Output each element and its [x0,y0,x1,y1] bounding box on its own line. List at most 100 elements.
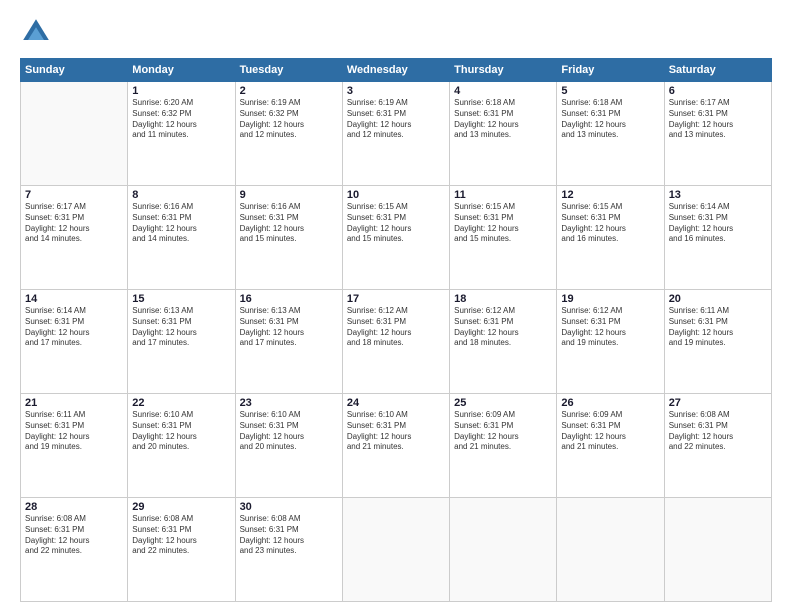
day-number: 27 [669,397,767,409]
calendar-cell: 27Sunrise: 6:08 AM Sunset: 6:31 PM Dayli… [664,394,771,498]
calendar-cell [21,82,128,186]
day-info: Sunrise: 6:13 AM Sunset: 6:31 PM Dayligh… [132,306,230,349]
calendar-cell: 7Sunrise: 6:17 AM Sunset: 6:31 PM Daylig… [21,186,128,290]
day-info: Sunrise: 6:15 AM Sunset: 6:31 PM Dayligh… [454,202,552,245]
day-number: 13 [669,189,767,201]
day-info: Sunrise: 6:15 AM Sunset: 6:31 PM Dayligh… [561,202,659,245]
calendar-cell [664,498,771,602]
calendar-cell [342,498,449,602]
day-number: 26 [561,397,659,409]
day-number: 6 [669,85,767,97]
day-number: 3 [347,85,445,97]
day-info: Sunrise: 6:08 AM Sunset: 6:31 PM Dayligh… [669,410,767,453]
day-number: 21 [25,397,123,409]
header [20,16,772,48]
calendar-cell [450,498,557,602]
day-info: Sunrise: 6:12 AM Sunset: 6:31 PM Dayligh… [347,306,445,349]
day-info: Sunrise: 6:18 AM Sunset: 6:31 PM Dayligh… [561,98,659,141]
day-info: Sunrise: 6:14 AM Sunset: 6:31 PM Dayligh… [25,306,123,349]
calendar-cell: 5Sunrise: 6:18 AM Sunset: 6:31 PM Daylig… [557,82,664,186]
calendar-cell: 16Sunrise: 6:13 AM Sunset: 6:31 PM Dayli… [235,290,342,394]
calendar-cell: 28Sunrise: 6:08 AM Sunset: 6:31 PM Dayli… [21,498,128,602]
day-number: 30 [240,501,338,513]
day-info: Sunrise: 6:19 AM Sunset: 6:31 PM Dayligh… [347,98,445,141]
calendar-cell: 8Sunrise: 6:16 AM Sunset: 6:31 PM Daylig… [128,186,235,290]
day-info: Sunrise: 6:09 AM Sunset: 6:31 PM Dayligh… [454,410,552,453]
day-info: Sunrise: 6:08 AM Sunset: 6:31 PM Dayligh… [25,514,123,557]
day-number: 11 [454,189,552,201]
column-header-friday: Friday [557,59,664,82]
calendar-cell: 24Sunrise: 6:10 AM Sunset: 6:31 PM Dayli… [342,394,449,498]
calendar-cell: 21Sunrise: 6:11 AM Sunset: 6:31 PM Dayli… [21,394,128,498]
calendar-cell: 29Sunrise: 6:08 AM Sunset: 6:31 PM Dayli… [128,498,235,602]
calendar-cell: 4Sunrise: 6:18 AM Sunset: 6:31 PM Daylig… [450,82,557,186]
day-number: 29 [132,501,230,513]
day-info: Sunrise: 6:11 AM Sunset: 6:31 PM Dayligh… [669,306,767,349]
day-info: Sunrise: 6:16 AM Sunset: 6:31 PM Dayligh… [132,202,230,245]
day-number: 15 [132,293,230,305]
day-number: 16 [240,293,338,305]
page: SundayMondayTuesdayWednesdayThursdayFrid… [0,0,792,612]
calendar-cell: 14Sunrise: 6:14 AM Sunset: 6:31 PM Dayli… [21,290,128,394]
calendar-cell: 20Sunrise: 6:11 AM Sunset: 6:31 PM Dayli… [664,290,771,394]
calendar-cell: 22Sunrise: 6:10 AM Sunset: 6:31 PM Dayli… [128,394,235,498]
day-number: 19 [561,293,659,305]
calendar-cell: 18Sunrise: 6:12 AM Sunset: 6:31 PM Dayli… [450,290,557,394]
day-info: Sunrise: 6:18 AM Sunset: 6:31 PM Dayligh… [454,98,552,141]
logo [20,16,56,48]
day-number: 1 [132,85,230,97]
day-info: Sunrise: 6:15 AM Sunset: 6:31 PM Dayligh… [347,202,445,245]
day-info: Sunrise: 6:17 AM Sunset: 6:31 PM Dayligh… [25,202,123,245]
day-number: 18 [454,293,552,305]
day-info: Sunrise: 6:12 AM Sunset: 6:31 PM Dayligh… [454,306,552,349]
day-number: 23 [240,397,338,409]
calendar-cell [557,498,664,602]
calendar-cell: 17Sunrise: 6:12 AM Sunset: 6:31 PM Dayli… [342,290,449,394]
column-header-thursday: Thursday [450,59,557,82]
calendar-week-row: 7Sunrise: 6:17 AM Sunset: 6:31 PM Daylig… [21,186,772,290]
calendar-cell: 10Sunrise: 6:15 AM Sunset: 6:31 PM Dayli… [342,186,449,290]
calendar-cell: 25Sunrise: 6:09 AM Sunset: 6:31 PM Dayli… [450,394,557,498]
calendar-cell: 30Sunrise: 6:08 AM Sunset: 6:31 PM Dayli… [235,498,342,602]
calendar-cell: 11Sunrise: 6:15 AM Sunset: 6:31 PM Dayli… [450,186,557,290]
day-number: 2 [240,85,338,97]
calendar-week-row: 21Sunrise: 6:11 AM Sunset: 6:31 PM Dayli… [21,394,772,498]
day-number: 22 [132,397,230,409]
calendar-cell: 13Sunrise: 6:14 AM Sunset: 6:31 PM Dayli… [664,186,771,290]
day-info: Sunrise: 6:09 AM Sunset: 6:31 PM Dayligh… [561,410,659,453]
day-info: Sunrise: 6:14 AM Sunset: 6:31 PM Dayligh… [669,202,767,245]
column-header-tuesday: Tuesday [235,59,342,82]
calendar-cell: 9Sunrise: 6:16 AM Sunset: 6:31 PM Daylig… [235,186,342,290]
calendar-cell: 26Sunrise: 6:09 AM Sunset: 6:31 PM Dayli… [557,394,664,498]
day-info: Sunrise: 6:17 AM Sunset: 6:31 PM Dayligh… [669,98,767,141]
day-info: Sunrise: 6:10 AM Sunset: 6:31 PM Dayligh… [240,410,338,453]
column-header-monday: Monday [128,59,235,82]
calendar-week-row: 14Sunrise: 6:14 AM Sunset: 6:31 PM Dayli… [21,290,772,394]
calendar-cell: 15Sunrise: 6:13 AM Sunset: 6:31 PM Dayli… [128,290,235,394]
column-header-sunday: Sunday [21,59,128,82]
day-number: 10 [347,189,445,201]
calendar-cell: 23Sunrise: 6:10 AM Sunset: 6:31 PM Dayli… [235,394,342,498]
calendar-table: SundayMondayTuesdayWednesdayThursdayFrid… [20,58,772,602]
calendar-cell: 3Sunrise: 6:19 AM Sunset: 6:31 PM Daylig… [342,82,449,186]
day-info: Sunrise: 6:11 AM Sunset: 6:31 PM Dayligh… [25,410,123,453]
day-number: 14 [25,293,123,305]
day-number: 28 [25,501,123,513]
logo-icon [20,16,52,48]
day-number: 4 [454,85,552,97]
day-info: Sunrise: 6:12 AM Sunset: 6:31 PM Dayligh… [561,306,659,349]
day-info: Sunrise: 6:13 AM Sunset: 6:31 PM Dayligh… [240,306,338,349]
day-info: Sunrise: 6:08 AM Sunset: 6:31 PM Dayligh… [132,514,230,557]
calendar-week-row: 1Sunrise: 6:20 AM Sunset: 6:32 PM Daylig… [21,82,772,186]
calendar-cell: 6Sunrise: 6:17 AM Sunset: 6:31 PM Daylig… [664,82,771,186]
day-number: 20 [669,293,767,305]
day-number: 12 [561,189,659,201]
day-info: Sunrise: 6:19 AM Sunset: 6:32 PM Dayligh… [240,98,338,141]
calendar-header-row: SundayMondayTuesdayWednesdayThursdayFrid… [21,59,772,82]
day-number: 17 [347,293,445,305]
day-number: 25 [454,397,552,409]
calendar-cell: 1Sunrise: 6:20 AM Sunset: 6:32 PM Daylig… [128,82,235,186]
day-info: Sunrise: 6:16 AM Sunset: 6:31 PM Dayligh… [240,202,338,245]
day-info: Sunrise: 6:08 AM Sunset: 6:31 PM Dayligh… [240,514,338,557]
day-info: Sunrise: 6:10 AM Sunset: 6:31 PM Dayligh… [347,410,445,453]
